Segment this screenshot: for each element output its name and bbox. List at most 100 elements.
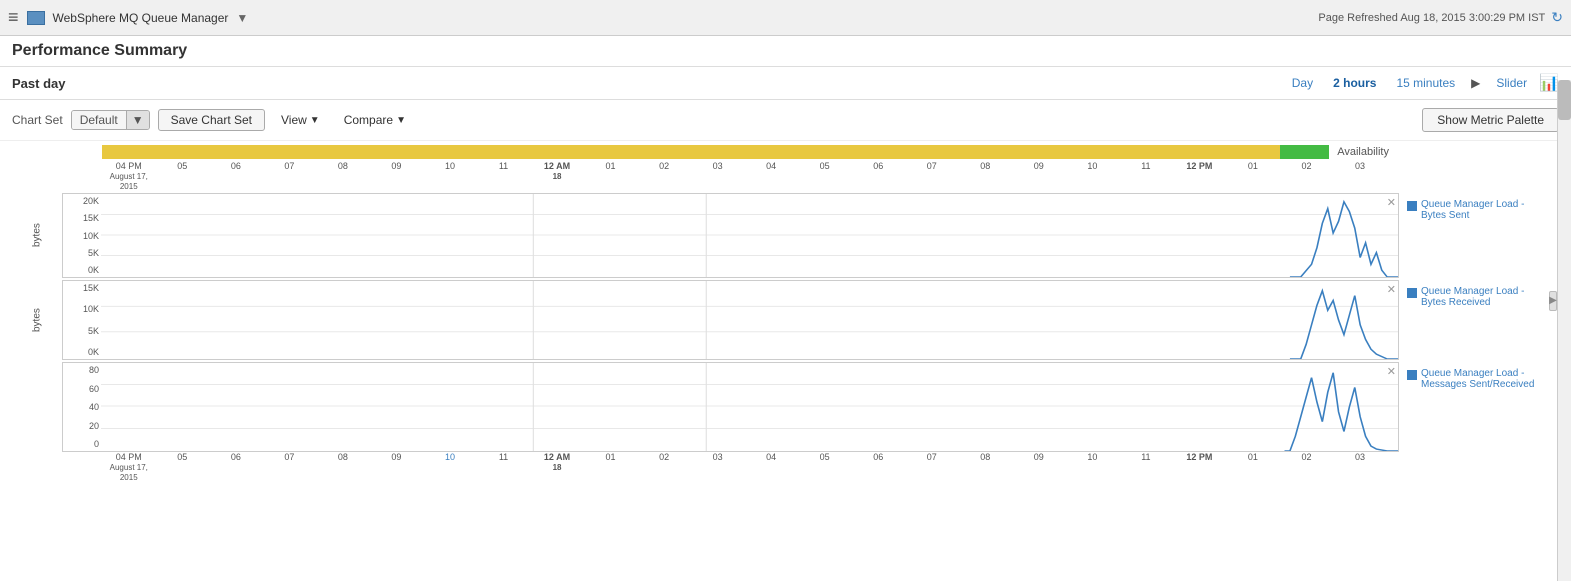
tick-01b: 01 bbox=[1226, 161, 1280, 191]
btick-10: 10 bbox=[423, 452, 477, 482]
save-chart-set-button[interactable]: Save Chart Set bbox=[158, 109, 265, 131]
compare-dropdown-button[interactable]: Compare ▼ bbox=[336, 110, 414, 130]
day-button[interactable]: Day bbox=[1284, 74, 1321, 92]
tick-04pm: 04 PMAugust 17, 2015 bbox=[102, 161, 156, 191]
tick-08b: 08 bbox=[959, 161, 1013, 191]
chart-set-dropdown-arrow[interactable]: ▼ bbox=[126, 111, 149, 129]
tick-03: 03 bbox=[691, 161, 745, 191]
time-axis-top: 04 PMAugust 17, 2015 05 06 07 08 09 10 1… bbox=[102, 161, 1389, 191]
btick-09b: 09 bbox=[1012, 452, 1066, 482]
btick-04b: 04 bbox=[744, 452, 798, 482]
slider-button[interactable]: Slider bbox=[1488, 74, 1535, 92]
page-title: Performance Summary bbox=[12, 42, 1559, 60]
chart2-svg bbox=[101, 281, 1398, 359]
tick-10: 10 bbox=[423, 161, 477, 191]
tick-10b: 10 bbox=[1066, 161, 1120, 191]
availability-label: Availability bbox=[1337, 146, 1389, 158]
btick-08b: 08 bbox=[959, 452, 1013, 482]
chart2-legend-text: Queue Manager Load - Bytes Received bbox=[1421, 286, 1551, 308]
chart3-legend-box bbox=[1407, 370, 1417, 380]
bottom-time-axis: 04 PMAugust 17, 2015 05 06 07 08 09 10 1… bbox=[102, 452, 1389, 482]
chart-options-icon[interactable]: 📊 bbox=[1539, 73, 1559, 93]
hamburger-menu[interactable]: ≡ bbox=[8, 7, 19, 28]
chart1-body: ✕ 20K 15K 10K 5K 0K bbox=[62, 193, 1399, 278]
scrollbar-thumb[interactable] bbox=[1558, 80, 1571, 120]
websphere-mq-icon bbox=[27, 11, 45, 25]
chart3-wrapper: ✕ 80 60 40 20 0 Queue Manager Load - Mes… bbox=[12, 362, 1559, 452]
time-range-bar: Past day Day 2 hours 15 minutes ▶ Slider… bbox=[0, 67, 1571, 100]
chart-set-value: Default bbox=[72, 111, 126, 129]
tick-08: 08 bbox=[316, 161, 370, 191]
tick-12pm: 12 PM bbox=[1173, 161, 1227, 191]
btick-05b: 05 bbox=[798, 452, 852, 482]
top-bar: ≡ WebSphere MQ Queue Manager ▼ Page Refr… bbox=[0, 0, 1571, 36]
btick-12am: 12 AM18 bbox=[530, 452, 584, 482]
btick-07: 07 bbox=[263, 452, 317, 482]
chart-set-select[interactable]: Default ▼ bbox=[71, 110, 150, 130]
tick-11: 11 bbox=[477, 161, 531, 191]
chart3-y-ticks: 80 60 40 20 0 bbox=[63, 363, 101, 451]
chart3-y-label bbox=[12, 362, 62, 452]
btick-05: 05 bbox=[156, 452, 210, 482]
tick-03b: 03 bbox=[1333, 161, 1387, 191]
chart1-legend: Queue Manager Load - Bytes Sent bbox=[1399, 193, 1559, 278]
btick-01b: 01 bbox=[1226, 452, 1280, 482]
vertical-scrollbar[interactable] bbox=[1557, 80, 1571, 581]
chart1-y-ticks: 20K 15K 10K 5K 0K bbox=[63, 194, 101, 277]
btick-03b: 03 bbox=[1333, 452, 1387, 482]
chart2-y-ticks: 15K 10K 5K 0K bbox=[63, 281, 101, 359]
chart1-legend-text: Queue Manager Load - Bytes Sent bbox=[1421, 199, 1551, 221]
chart2-y-label: bytes bbox=[12, 280, 62, 360]
tick-09: 09 bbox=[370, 161, 424, 191]
availability-bar bbox=[102, 145, 1329, 159]
chart2-legend: Queue Manager Load - Bytes Received bbox=[1399, 280, 1559, 360]
tick-11b: 11 bbox=[1119, 161, 1173, 191]
view-dropdown-button[interactable]: View ▼ bbox=[273, 110, 328, 130]
top-bar-right: Page Refreshed Aug 18, 2015 3:00:29 PM I… bbox=[1318, 9, 1563, 26]
btick-02: 02 bbox=[637, 452, 691, 482]
right-panel-toggle[interactable]: ▶ bbox=[1549, 291, 1557, 311]
15minutes-button[interactable]: 15 minutes bbox=[1388, 74, 1463, 92]
tick-02: 02 bbox=[637, 161, 691, 191]
past-day-label: Past day bbox=[12, 76, 65, 91]
tick-02b: 02 bbox=[1280, 161, 1334, 191]
refresh-icon[interactable]: ↻ bbox=[1551, 9, 1563, 26]
btick-06b: 06 bbox=[851, 452, 905, 482]
btick-06: 06 bbox=[209, 452, 263, 482]
btick-03: 03 bbox=[691, 452, 745, 482]
btick-11b: 11 bbox=[1119, 452, 1173, 482]
breadcrumb-dropdown-arrow[interactable]: ▼ bbox=[236, 11, 248, 25]
tick-05b: 05 bbox=[798, 161, 852, 191]
chart2-body: ✕ 15K 10K 5K 0K bbox=[62, 280, 1399, 360]
tick-06: 06 bbox=[209, 161, 263, 191]
tick-06b: 06 bbox=[851, 161, 905, 191]
tick-07: 07 bbox=[263, 161, 317, 191]
chart1-y-label: bytes bbox=[12, 193, 62, 278]
tick-05: 05 bbox=[156, 161, 210, 191]
tick-09b: 09 bbox=[1012, 161, 1066, 191]
chart2-legend-box bbox=[1407, 288, 1417, 298]
chart3-legend-text: Queue Manager Load - Messages Sent/Recei… bbox=[1421, 368, 1551, 390]
btick-02b: 02 bbox=[1280, 452, 1334, 482]
btick-10b: 10 bbox=[1066, 452, 1120, 482]
tick-01: 01 bbox=[584, 161, 638, 191]
2hours-button[interactable]: 2 hours bbox=[1325, 74, 1384, 92]
btick-09: 09 bbox=[370, 452, 424, 482]
show-metric-palette-button[interactable]: Show Metric Palette bbox=[1422, 108, 1559, 132]
tick-07b: 07 bbox=[905, 161, 959, 191]
chart2-wrapper: bytes ✕ 15K 10K 5K 0K Queue Manager Load… bbox=[12, 280, 1559, 360]
chart3-svg bbox=[101, 363, 1398, 451]
btick-08: 08 bbox=[316, 452, 370, 482]
chart1-legend-box bbox=[1407, 201, 1417, 211]
time-buttons: Day 2 hours 15 minutes ▶ Slider 📊 bbox=[1284, 73, 1559, 93]
chart-set-label: Chart Set bbox=[12, 113, 63, 127]
page-refreshed-text: Page Refreshed Aug 18, 2015 3:00:29 PM I… bbox=[1318, 12, 1545, 24]
chart-area: Availability 04 PMAugust 17, 2015 05 06 … bbox=[0, 145, 1571, 482]
tick-04: 04 bbox=[744, 161, 798, 191]
breadcrumb-text: WebSphere MQ Queue Manager bbox=[53, 11, 229, 25]
btick-07b: 07 bbox=[905, 452, 959, 482]
chart-set-bar: Chart Set Default ▼ Save Chart Set View … bbox=[0, 100, 1571, 141]
compare-dropdown-arrow: ▼ bbox=[396, 115, 406, 126]
view-dropdown-arrow: ▼ bbox=[310, 115, 320, 126]
btick-11: 11 bbox=[477, 452, 531, 482]
